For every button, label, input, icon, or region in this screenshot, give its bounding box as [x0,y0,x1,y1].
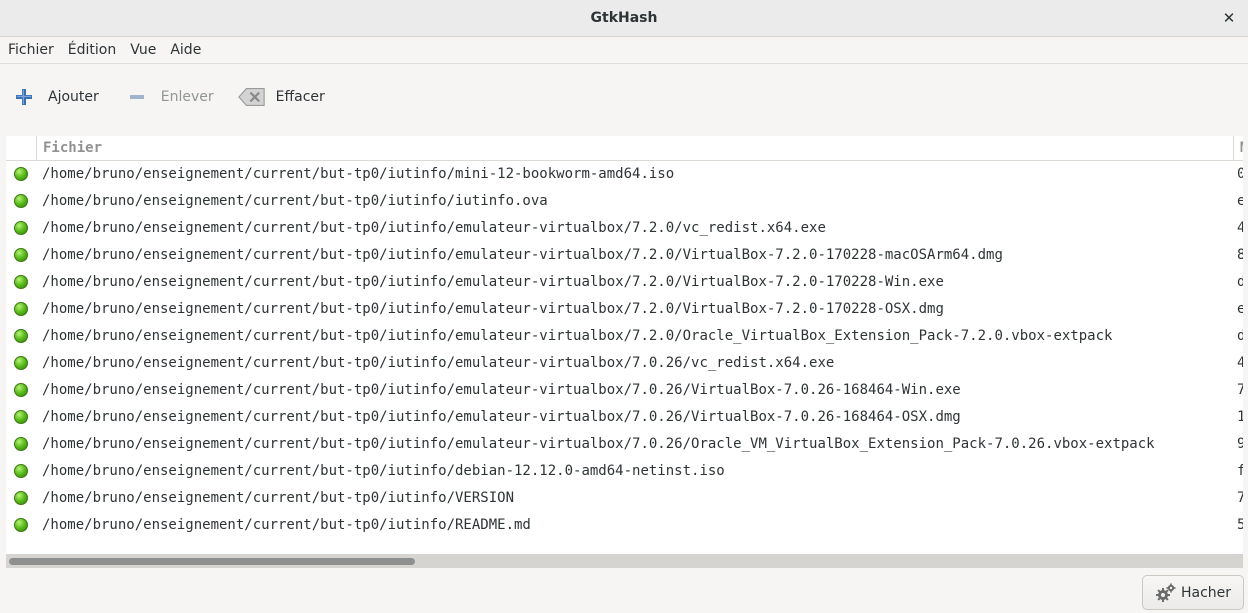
hash-value: 1 [1237,409,1243,425]
menu-aide[interactable]: Aide [170,42,201,58]
column-header-file[interactable]: Fichier [36,136,1233,161]
status-ok-icon [14,194,28,208]
status-ok-icon [14,491,28,505]
table-row[interactable]: /home/bruno/enseignement/current/but-tp0… [6,350,1243,377]
status-ok-icon [14,167,28,181]
backspace-icon [237,85,266,109]
hash-value: e [1237,301,1243,317]
file-path: /home/bruno/enseignement/current/but-tp0… [42,301,944,317]
hash-value: 8 [1237,247,1243,263]
hash-button-label: Hacher [1180,584,1232,601]
status-ok-icon [14,518,28,532]
table-row[interactable]: /home/bruno/enseignement/current/but-tp0… [6,296,1243,323]
file-rows: /home/bruno/enseignement/current/but-tp0… [6,161,1243,539]
plus-icon [10,85,38,109]
file-path: /home/bruno/enseignement/current/but-tp0… [42,517,531,533]
hash-value: 5 [1237,517,1243,533]
hash-value: 7 [1237,490,1243,506]
status-ok-icon [14,221,28,235]
table-row[interactable]: /home/bruno/enseignement/current/but-tp0… [6,323,1243,350]
status-ok-icon [14,302,28,316]
status-ok-icon [14,275,28,289]
hash-value: 4 [1237,355,1243,371]
clear-button[interactable]: Effacer [237,79,325,115]
hash-value: 7 [1237,382,1243,398]
status-ok-icon [14,410,28,424]
toolbar: Ajouter Enlever Effacer [0,64,1248,130]
file-path: /home/bruno/enseignement/current/but-tp0… [42,328,1113,344]
file-path: /home/bruno/enseignement/current/but-tp0… [42,166,675,182]
hash-value: 4 [1237,220,1243,236]
file-path: /home/bruno/enseignement/current/but-tp0… [42,274,944,290]
remove-label: Enlever [160,89,214,105]
menu-bar: Fichier Édition Vue Aide [0,37,1248,64]
column-header-hash[interactable]: M [1233,136,1243,161]
file-path: /home/bruno/enseignement/current/but-tp0… [42,247,1003,263]
table-row[interactable]: /home/bruno/enseignement/current/but-tp0… [6,269,1243,296]
table-row[interactable]: /home/bruno/enseignement/current/but-tp0… [6,431,1243,458]
hash-button[interactable]: Hacher [1142,575,1244,610]
status-ok-icon [14,437,28,451]
status-ok-icon [14,329,28,343]
hash-value: d [1237,274,1243,290]
table-row[interactable]: /home/bruno/enseignement/current/but-tp0… [6,404,1243,431]
list-header: Fichier M [6,136,1243,161]
minus-icon [123,85,151,109]
table-row[interactable]: /home/bruno/enseignement/current/but-tp0… [6,242,1243,269]
menu-vue[interactable]: Vue [130,42,156,58]
status-ok-icon [14,248,28,262]
table-row[interactable]: /home/bruno/enseignement/current/but-tp0… [6,512,1243,539]
hash-value: e [1237,193,1243,209]
file-path: /home/bruno/enseignement/current/but-tp0… [42,193,548,209]
hash-value: f [1237,463,1243,479]
clear-label: Effacer [275,89,325,105]
file-path: /home/bruno/enseignement/current/but-tp0… [42,490,515,506]
window-title: GtkHash [590,10,658,26]
file-path: /home/bruno/enseignement/current/but-tp0… [42,436,1155,452]
status-ok-icon [14,356,28,370]
file-list[interactable]: Fichier M /home/bruno/enseignement/curre… [6,136,1243,554]
status-ok-icon [14,464,28,478]
status-ok-icon [14,383,28,397]
remove-button[interactable]: Enlever [123,79,214,115]
horizontal-scrollbar[interactable] [6,554,1243,568]
gears-icon [1155,582,1177,604]
close-icon[interactable]: ✕ [1220,9,1238,27]
file-path: /home/bruno/enseignement/current/but-tp0… [42,409,961,425]
menu-edition[interactable]: Édition [68,42,116,58]
hash-value: 9 [1237,436,1243,452]
hash-value: d [1237,328,1243,344]
scrollbar-thumb[interactable] [9,558,415,565]
menu-fichier[interactable]: Fichier [8,42,54,58]
hash-value: 0 [1237,166,1243,182]
add-label: Ajouter [48,89,99,105]
table-row[interactable]: /home/bruno/enseignement/current/but-tp0… [6,458,1243,485]
table-row[interactable]: /home/bruno/enseignement/current/but-tp0… [6,485,1243,512]
file-path: /home/bruno/enseignement/current/but-tp0… [42,355,835,371]
table-row[interactable]: /home/bruno/enseignement/current/but-tp0… [6,188,1243,215]
table-row[interactable]: /home/bruno/enseignement/current/but-tp0… [6,215,1243,242]
table-row[interactable]: /home/bruno/enseignement/current/but-tp0… [6,161,1243,188]
add-button[interactable]: Ajouter [10,79,99,115]
title-bar: GtkHash ✕ [0,0,1248,37]
file-path: /home/bruno/enseignement/current/but-tp0… [42,463,725,479]
file-path: /home/bruno/enseignement/current/but-tp0… [42,382,961,398]
file-path: /home/bruno/enseignement/current/but-tp0… [42,220,826,236]
table-row[interactable]: /home/bruno/enseignement/current/but-tp0… [6,377,1243,404]
